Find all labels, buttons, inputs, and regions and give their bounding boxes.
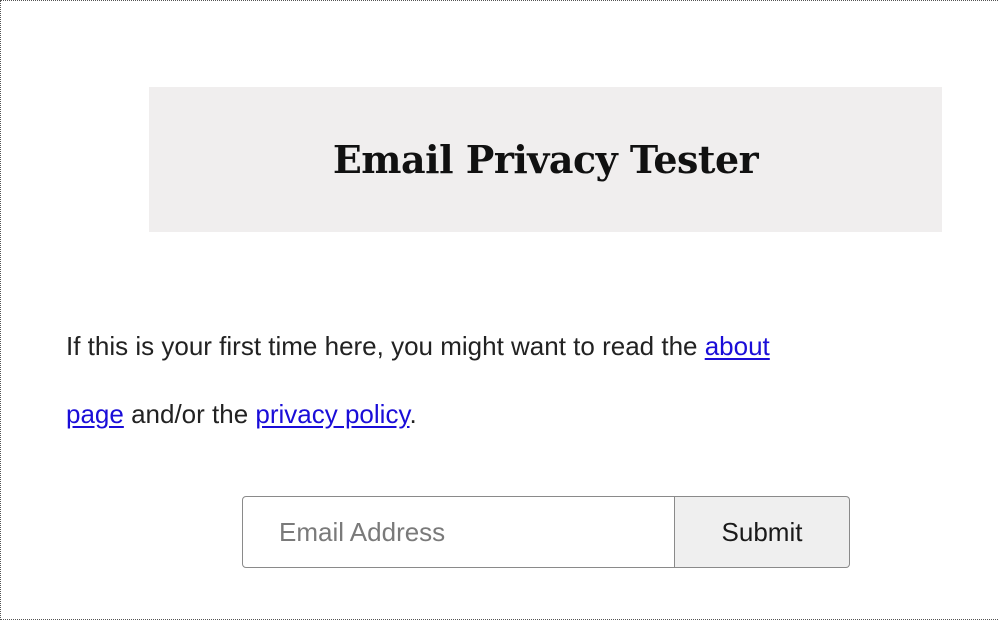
about-page-link-continued[interactable]: page bbox=[66, 399, 124, 429]
intro-line-1: If this is your first time here, you mig… bbox=[66, 312, 770, 380]
submit-button[interactable]: Submit bbox=[675, 496, 850, 568]
intro-text-middle: and/or the bbox=[123, 399, 256, 429]
intro-text-before: If this is your first time here, you mig… bbox=[66, 331, 705, 361]
email-form: Submit bbox=[242, 496, 850, 568]
title-banner: Email Privacy Tester bbox=[149, 87, 942, 232]
page-title: Email Privacy Tester bbox=[332, 137, 759, 182]
intro-text-after: . bbox=[409, 399, 417, 429]
privacy-policy-link[interactable]: privacy policy bbox=[255, 399, 409, 429]
intro-line-2: page and/or the privacy policy. bbox=[66, 380, 417, 448]
about-page-link[interactable]: about bbox=[705, 331, 770, 361]
email-address-input[interactable] bbox=[242, 496, 675, 568]
